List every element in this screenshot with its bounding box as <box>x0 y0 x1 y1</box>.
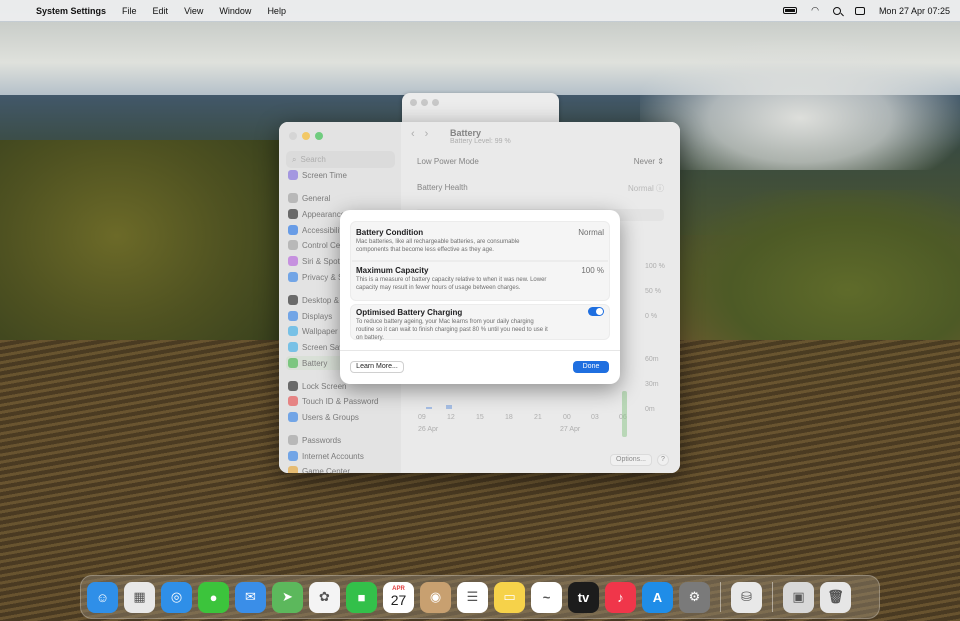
dock-glyph: ⛁ <box>741 589 752 604</box>
dock-glyph: ~ <box>542 589 551 605</box>
dialog-divider <box>340 350 620 351</box>
dock-glyph: ▣ <box>792 589 805 604</box>
wallpaper-mist <box>640 40 960 170</box>
disk-utility-icon[interactable]: ⛁ <box>731 581 762 613</box>
dock-glyph: ✉ <box>245 589 256 604</box>
messages-icon[interactable]: ● <box>198 581 229 613</box>
menu-edit[interactable]: Edit <box>153 6 169 16</box>
dock-separator <box>720 582 721 612</box>
wifi-icon[interactable]: ◠ <box>811 5 819 16</box>
battery-condition-description: Mac batteries, like all rechargeable bat… <box>356 239 520 253</box>
battery-condition-title: Battery Condition <box>356 228 424 237</box>
photos-icon[interactable]: ✿ <box>309 581 340 613</box>
spotlight-search-icon[interactable] <box>832 6 841 15</box>
battery-health-dialog: Battery Condition Normal Mac batteries, … <box>340 210 620 384</box>
contacts-icon[interactable]: ◉ <box>420 581 451 613</box>
facetime-icon[interactable]: ■ <box>346 581 377 613</box>
calendar-icon[interactable]: APR 27 <box>383 581 414 613</box>
dock-glyph: ▦ <box>133 589 146 604</box>
learn-more-button[interactable]: Learn More... <box>350 361 404 373</box>
launchpad-icon[interactable]: ▦ <box>124 581 155 613</box>
freeform-icon[interactable]: ~ <box>531 581 562 613</box>
close-icon[interactable] <box>410 99 417 106</box>
notes-icon[interactable]: ▭ <box>494 581 525 613</box>
battery-condition-value: Normal <box>578 228 604 237</box>
done-button[interactable]: Done <box>573 361 609 373</box>
dock-glyph: ● <box>209 589 218 605</box>
dock-glyph: ♪ <box>617 589 624 605</box>
optimised-charging-title: Optimised Battery Charging <box>356 308 463 317</box>
safari-icon[interactable]: ◎ <box>161 581 192 613</box>
dock-glyph: A <box>652 589 663 605</box>
menu-file[interactable]: File <box>122 6 137 16</box>
maximum-capacity-value: 100 % <box>581 266 604 275</box>
menu-help[interactable]: Help <box>267 6 286 16</box>
calendar-day: 27 <box>390 592 407 608</box>
dock-glyph: ◉ <box>429 589 442 604</box>
dock: ☺ ▦ ◎ ● ✉ ➤ ✿ ■ APR 27 ◉ ☰ ▭ ~ tv ♪ A ⚙ ⛁ ▣ 🗑 <box>80 575 880 619</box>
music-icon[interactable]: ♪ <box>605 581 636 613</box>
menu-clock[interactable]: Mon 27 Apr 07:25 <box>879 6 950 16</box>
maps-icon[interactable]: ➤ <box>272 581 303 613</box>
menu-view[interactable]: View <box>184 6 203 16</box>
finder-icon[interactable]: ☺ <box>87 581 118 613</box>
menu-window[interactable]: Window <box>219 6 251 16</box>
control-centre-icon[interactable] <box>854 6 865 15</box>
dock-glyph: ▭ <box>503 589 516 604</box>
dock-glyph: ☰ <box>466 589 479 604</box>
app-store-icon[interactable]: A <box>642 581 673 613</box>
optimised-charging-description: To reduce battery ageing, your Mac learn… <box>356 319 548 341</box>
system-settings-icon[interactable]: ⚙ <box>679 581 710 613</box>
maximum-capacity-title: Maximum Capacity <box>356 266 429 275</box>
dock-glyph: ✿ <box>319 589 330 604</box>
maximum-capacity-description: This is a measure of battery capacity re… <box>356 277 547 291</box>
mail-icon[interactable]: ✉ <box>235 581 266 613</box>
divider <box>352 260 608 262</box>
minimize-icon[interactable] <box>421 99 428 106</box>
dock-glyph: ☺ <box>95 589 110 605</box>
background-window[interactable] <box>402 93 559 125</box>
dock-glyph: tv <box>577 589 590 605</box>
battery-status-icon[interactable] <box>783 7 798 14</box>
dock-glyph: ◎ <box>170 589 183 604</box>
menu-app-name[interactable]: System Settings <box>36 6 106 16</box>
zoom-icon[interactable] <box>432 99 439 106</box>
tv-icon[interactable]: tv <box>568 581 599 613</box>
menu-bar: System Settings File Edit View Window He… <box>0 0 960 21</box>
reminders-icon[interactable]: ☰ <box>457 581 488 613</box>
dock-separator <box>772 582 773 612</box>
preview-icon[interactable]: ▣ <box>783 581 814 613</box>
dock-glyph: 🗑 <box>827 589 844 604</box>
dock-glyph: ➤ <box>282 589 293 604</box>
trash-icon[interactable]: 🗑 <box>820 581 851 613</box>
optimised-charging-toggle[interactable] <box>588 307 604 316</box>
dock-glyph: ⚙ <box>688 589 701 604</box>
dock-glyph: ■ <box>357 589 366 605</box>
